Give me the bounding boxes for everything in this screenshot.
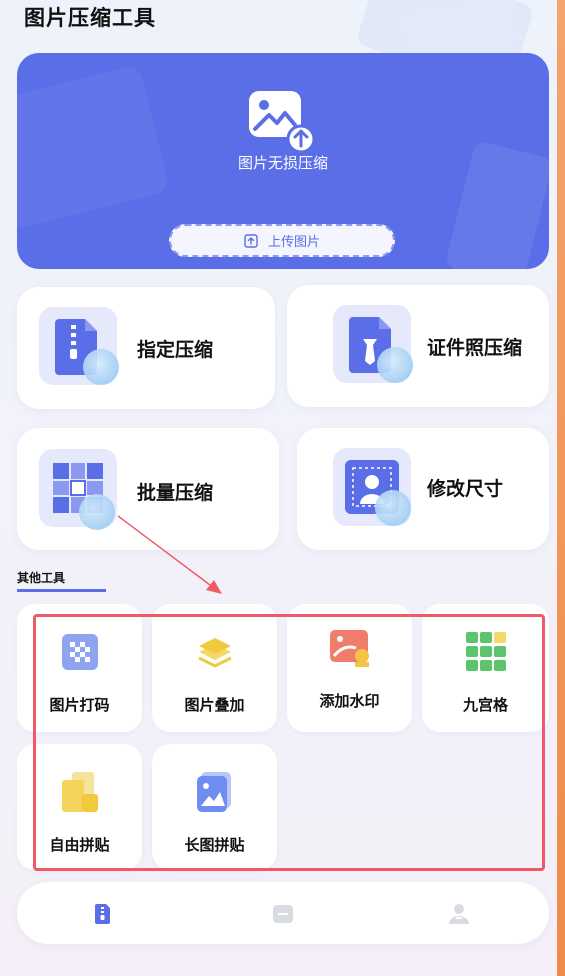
- section-title-other-tools: 其他工具: [17, 571, 66, 585]
- compress-tab-icon[interactable]: [91, 902, 115, 926]
- section-underline: [17, 589, 106, 592]
- files-tab-icon[interactable]: [271, 902, 295, 926]
- bottom-navigation: [17, 882, 549, 944]
- annotation-highlight-box: [33, 614, 545, 871]
- profile-tab-icon[interactable]: [447, 902, 471, 926]
